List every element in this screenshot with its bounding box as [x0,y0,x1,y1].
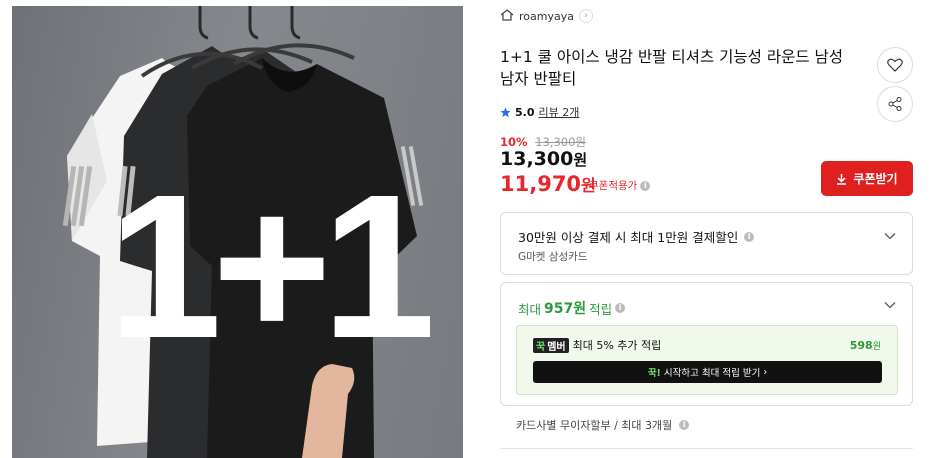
member-points-number: 598 [849,338,873,352]
original-price: 13,300원 [535,135,587,149]
heart-icon [887,58,903,72]
rating-row: 5.0 리뷰 2개 [500,104,579,120]
sale-price-unit: 원 [573,151,588,169]
share-icon [888,97,902,111]
member-badge-label: 멤버 [547,341,566,353]
max-points-suffix: 적립 [589,301,613,317]
download-icon [837,173,847,185]
member-points-text: 최대 5% 추가 적립 [572,339,662,352]
rating-score: 5.0 [515,105,535,119]
card-discount-text: 30만원 이상 결제 시 최대 1만원 결제할인 [518,230,739,245]
product-title: 1+1 쿨 아이스 냉감 반팔 티셔츠 기능성 라운드 남성 남자 반팔티 [500,48,844,88]
max-points-amount: 957원 [544,301,587,317]
product-image[interactable]: 1+1 [12,6,463,458]
home-icon [500,8,514,24]
member-points-amount: 598원 [850,339,881,352]
discount-percent: 10% [500,135,528,149]
installment-row: 카드사별 무이자할부 / 최대 3개월 i [516,417,690,433]
card-name: G마켓 삼성카드 [518,251,588,263]
get-coupon-button[interactable]: 쿠폰받기 [821,161,913,196]
sale-price: 13,300원 [500,148,587,170]
info-icon[interactable]: i [640,180,651,191]
card-discount-box[interactable]: 30만원 이상 결제 시 최대 1만원 결제할인 i G마켓 삼성카드 [500,212,913,275]
membership-button-label: 시작하고 최대 적립 받기 [663,368,761,379]
member-points-unit: 원 [872,341,881,352]
chevron-down-icon[interactable] [884,230,896,242]
chevron-down-icon[interactable] [884,299,896,311]
get-coupon-label: 쿠폰받기 [853,172,898,186]
membership-brand: 꾹! [647,368,661,379]
membership-arrow-icon: › [763,366,768,378]
info-icon[interactable]: i [744,231,755,242]
store-chevron-icon: › [578,9,593,23]
member-badge: 꾹 멤버 [533,337,569,353]
store-link[interactable]: roamyaya › [500,7,593,25]
points-box: 최대 957원 적립 i 꾹 멤버 최대 5% 추가 적립 598원 꾹! 시작하… [500,282,913,406]
start-membership-button[interactable]: 꾹! 시작하고 최대 적립 받기 › [533,361,882,383]
max-points-row: 최대 957원 적립 i [518,298,626,318]
installment-text: 카드사별 무이자할부 / 최대 3개월 [516,419,673,432]
max-points-prefix: 최대 [518,301,542,317]
wishlist-button[interactable] [877,47,913,83]
coupon-price-number: 11,970 [500,172,582,196]
info-icon[interactable]: i [615,303,626,313]
info-icon[interactable]: i [679,420,690,430]
star-icon [500,106,511,117]
coupon-price-note: 쿠폰적용가 i [589,178,651,193]
review-count-link[interactable]: 리뷰 2개 [539,104,580,120]
image-overlay-text: 1+1 [108,152,436,381]
coupon-note-label: 쿠폰적용가 [589,180,638,192]
member-points-panel: 꾹 멤버 최대 5% 추가 적립 598원 꾹! 시작하고 최대 적립 받기 › [516,325,898,395]
coupon-price: 11,970원 [500,172,596,196]
store-name: roamyaya [519,9,574,23]
sale-price-number: 13,300 [500,148,574,170]
share-button[interactable] [877,86,913,122]
card-discount-text-row: 30만원 이상 결제 시 최대 1만원 결제할인 i [518,227,755,246]
member-badge-brand: 꾹 [536,341,546,353]
section-divider [500,448,913,449]
member-points-row: 꾹 멤버 최대 5% 추가 적립 598원 [533,337,881,353]
